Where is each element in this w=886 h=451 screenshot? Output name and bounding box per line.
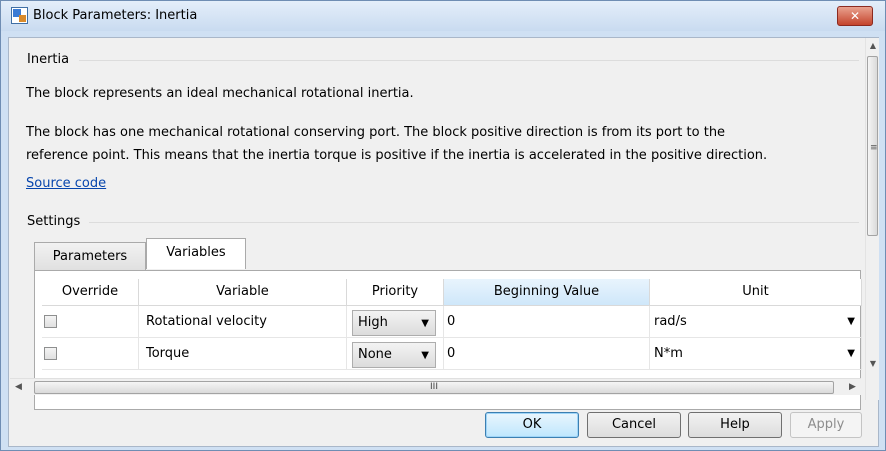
unit-cell[interactable]: rad/s ▼ [650,306,862,338]
unit-value: rad/s [654,314,687,329]
priority-value: High [358,315,388,330]
priority-value: None [358,347,392,362]
unit-value: N*m [654,346,683,361]
chevron-down-icon: ▼ [847,316,855,327]
close-button[interactable]: ✕ [837,6,873,26]
tab-variables[interactable]: Variables [146,238,246,269]
inertia-group-title: Inertia [27,52,74,67]
priority-cell: High ▼ [347,306,444,338]
unit-cell[interactable]: N*m ▼ [650,338,862,370]
inertia-group-line [79,60,859,61]
override-checkbox[interactable] [44,347,57,360]
horizontal-scroll-thumb[interactable]: III [34,381,834,394]
column-header-beginning-value[interactable]: Beginning Value [444,279,650,306]
simulink-block-icon [11,7,28,24]
priority-cell: None ▼ [347,338,444,370]
horizontal-scrollbar[interactable]: ◀ III ▶ [10,378,861,395]
variable-cell: Torque [139,338,347,370]
column-header-variable[interactable]: Variable [139,279,347,306]
table-row [42,338,139,370]
title-bar[interactable]: Block Parameters: Inertia ✕ [1,1,885,31]
variable-cell: Rotational velocity [139,306,347,338]
chevron-down-icon: ▼ [421,318,429,329]
grip-icon: ≡ [870,143,878,153]
column-header-unit[interactable]: Unit [650,279,862,306]
block-description: The block represents an ideal mechanical… [26,86,414,101]
tab-parameters[interactable]: Parameters [34,242,146,271]
beginning-value-cell[interactable]: 0 [444,306,650,338]
block-port-description-line1: The block has one mechanical rotational … [26,125,726,140]
settings-group-title: Settings [27,214,85,229]
source-code-link[interactable]: Source code [26,176,106,191]
override-checkbox[interactable] [44,315,57,328]
column-header-override[interactable]: Override [42,279,139,306]
window-title: Block Parameters: Inertia [33,8,198,23]
beginning-value-cell[interactable]: 0 [444,338,650,370]
chevron-down-icon: ▼ [421,350,429,361]
column-header-priority[interactable]: Priority [347,279,444,306]
priority-dropdown[interactable]: High ▼ [352,310,436,336]
scroll-right-icon[interactable]: ▶ [844,379,861,396]
ok-button[interactable]: OK [485,412,579,438]
scroll-left-icon[interactable]: ◀ [10,379,27,396]
help-button[interactable]: Help [688,412,782,438]
dialog-window: Block Parameters: Inertia ✕ Inertia The … [0,0,886,451]
block-port-description-line2: reference point. This means that the ine… [26,148,768,163]
settings-group-line [89,222,859,223]
apply-button: Apply [790,412,862,438]
priority-dropdown[interactable]: None ▼ [352,342,436,368]
scroll-down-icon[interactable]: ▼ [866,356,880,372]
table-row [42,306,139,338]
cancel-button[interactable]: Cancel [587,412,681,438]
dialog-content: Inertia The block represents an ideal me… [8,37,879,447]
scroll-up-icon[interactable]: ▲ [866,38,880,54]
vertical-scrollbar[interactable]: ▲ ≡ ▼ [865,38,879,400]
vertical-scroll-thumb[interactable]: ≡ [867,56,878,236]
chevron-down-icon: ▼ [847,348,855,359]
